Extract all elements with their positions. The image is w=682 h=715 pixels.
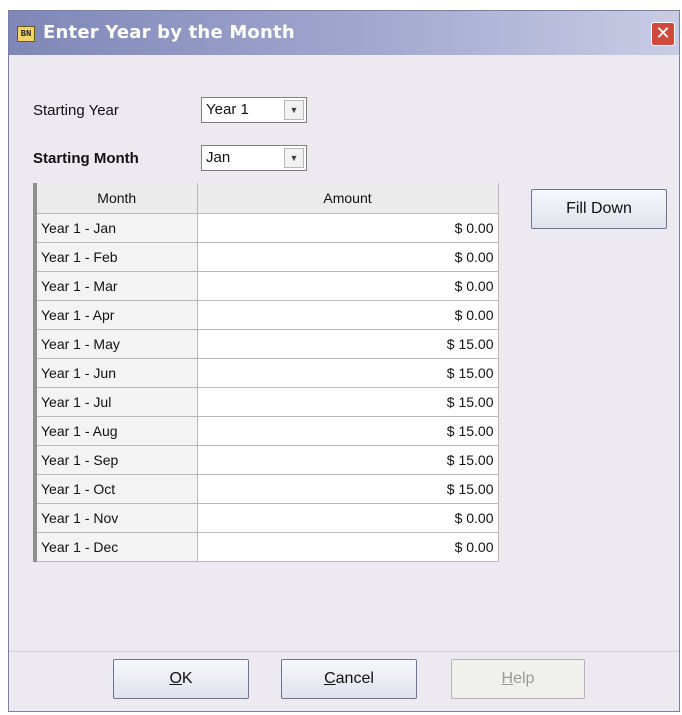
cancel-label-rest: ancel bbox=[335, 670, 374, 687]
amount-cell[interactable]: $ 0.00 bbox=[196, 300, 499, 330]
table-row[interactable]: Year 1 - Jul $ 15.00 bbox=[33, 387, 499, 417]
amount-cell[interactable]: $ 0.00 bbox=[196, 271, 499, 301]
amount-cell[interactable]: $ 0.00 bbox=[196, 532, 499, 562]
month-cell: Year 1 - Oct bbox=[33, 474, 198, 504]
ok-button[interactable]: OK bbox=[113, 659, 249, 699]
month-cell: Year 1 - Nov bbox=[33, 503, 198, 533]
close-button[interactable]: ✕ bbox=[651, 22, 675, 46]
month-cell: Year 1 - Jul bbox=[33, 387, 198, 417]
month-amount-table: Month Amount Year 1 - Jan $ 0.00 Year 1 - … bbox=[33, 183, 499, 562]
table-row[interactable]: Year 1 - Aug $ 15.00 bbox=[33, 416, 499, 446]
month-cell: Year 1 - Feb bbox=[33, 242, 198, 272]
month-cell: Year 1 - Jun bbox=[33, 358, 198, 388]
amount-cell[interactable]: $ 15.00 bbox=[196, 445, 499, 475]
starting-year-label: Starting Year bbox=[33, 102, 119, 119]
fill-down-button[interactable]: Fill Down bbox=[531, 189, 667, 229]
month-cell: Year 1 - Apr bbox=[33, 300, 198, 330]
enter-year-dialog: BN Enter Year by the Month ✕ Starting Ye… bbox=[8, 10, 680, 712]
table-row[interactable]: Year 1 - Oct $ 15.00 bbox=[33, 474, 499, 504]
dialog-title: Enter Year by the Month bbox=[43, 22, 295, 43]
close-icon: ✕ bbox=[655, 23, 671, 43]
month-cell: Year 1 - May bbox=[33, 329, 198, 359]
starting-month-label: Starting Month bbox=[33, 150, 139, 167]
starting-year-select[interactable]: Year 1 ▼ bbox=[201, 97, 307, 123]
amount-cell[interactable]: $ 15.00 bbox=[196, 474, 499, 504]
month-cell: Year 1 - Dec bbox=[33, 532, 198, 562]
amount-cell[interactable]: $ 15.00 bbox=[196, 387, 499, 417]
starting-month-value: Jan bbox=[206, 149, 231, 166]
help-label-rest: elp bbox=[513, 670, 535, 687]
cancel-mnemonic: C bbox=[324, 670, 336, 687]
amount-cell[interactable]: $ 0.00 bbox=[196, 213, 499, 243]
chevron-down-icon[interactable]: ▼ bbox=[284, 148, 304, 168]
month-cell: Year 1 - Jan bbox=[33, 213, 198, 243]
table-row[interactable]: Year 1 - Feb $ 0.00 bbox=[33, 242, 499, 272]
table-row[interactable]: Year 1 - Apr $ 0.00 bbox=[33, 300, 499, 330]
app-logo-icon: BN bbox=[17, 26, 35, 42]
table-row[interactable]: Year 1 - May $ 15.00 bbox=[33, 329, 499, 359]
amount-cell[interactable]: $ 15.00 bbox=[196, 358, 499, 388]
title-bar[interactable]: BN Enter Year by the Month ✕ bbox=[9, 11, 679, 55]
starting-month-select[interactable]: Jan ▼ bbox=[201, 145, 307, 171]
table-row[interactable]: Year 1 - Mar $ 0.00 bbox=[33, 271, 499, 301]
column-header-amount[interactable]: Amount bbox=[196, 183, 499, 214]
chevron-down-icon[interactable]: ▼ bbox=[284, 100, 304, 120]
month-cell: Year 1 - Aug bbox=[33, 416, 198, 446]
month-cell: Year 1 - Mar bbox=[33, 271, 198, 301]
starting-year-value: Year 1 bbox=[206, 101, 249, 118]
help-button: Help bbox=[451, 659, 585, 699]
table-row[interactable]: Year 1 - Dec $ 0.00 bbox=[33, 532, 499, 562]
amount-cell[interactable]: $ 0.00 bbox=[196, 503, 499, 533]
ok-label-rest: K bbox=[181, 670, 193, 687]
help-mnemonic: H bbox=[501, 670, 514, 687]
table-row[interactable]: Year 1 - Jun $ 15.00 bbox=[33, 358, 499, 388]
footer-divider bbox=[9, 651, 679, 652]
ok-mnemonic: O bbox=[169, 670, 182, 687]
table-row[interactable]: Year 1 - Jan $ 0.00 bbox=[33, 213, 499, 243]
month-cell: Year 1 - Sep bbox=[33, 445, 198, 475]
amount-cell[interactable]: $ 15.00 bbox=[196, 416, 499, 446]
amount-cell[interactable]: $ 15.00 bbox=[196, 329, 499, 359]
amount-cell[interactable]: $ 0.00 bbox=[196, 242, 499, 272]
column-header-month[interactable]: Month bbox=[33, 183, 198, 214]
cancel-button[interactable]: Cancel bbox=[281, 659, 417, 699]
table-row[interactable]: Year 1 - Nov $ 0.00 bbox=[33, 503, 499, 533]
table-row[interactable]: Year 1 - Sep $ 15.00 bbox=[33, 445, 499, 475]
